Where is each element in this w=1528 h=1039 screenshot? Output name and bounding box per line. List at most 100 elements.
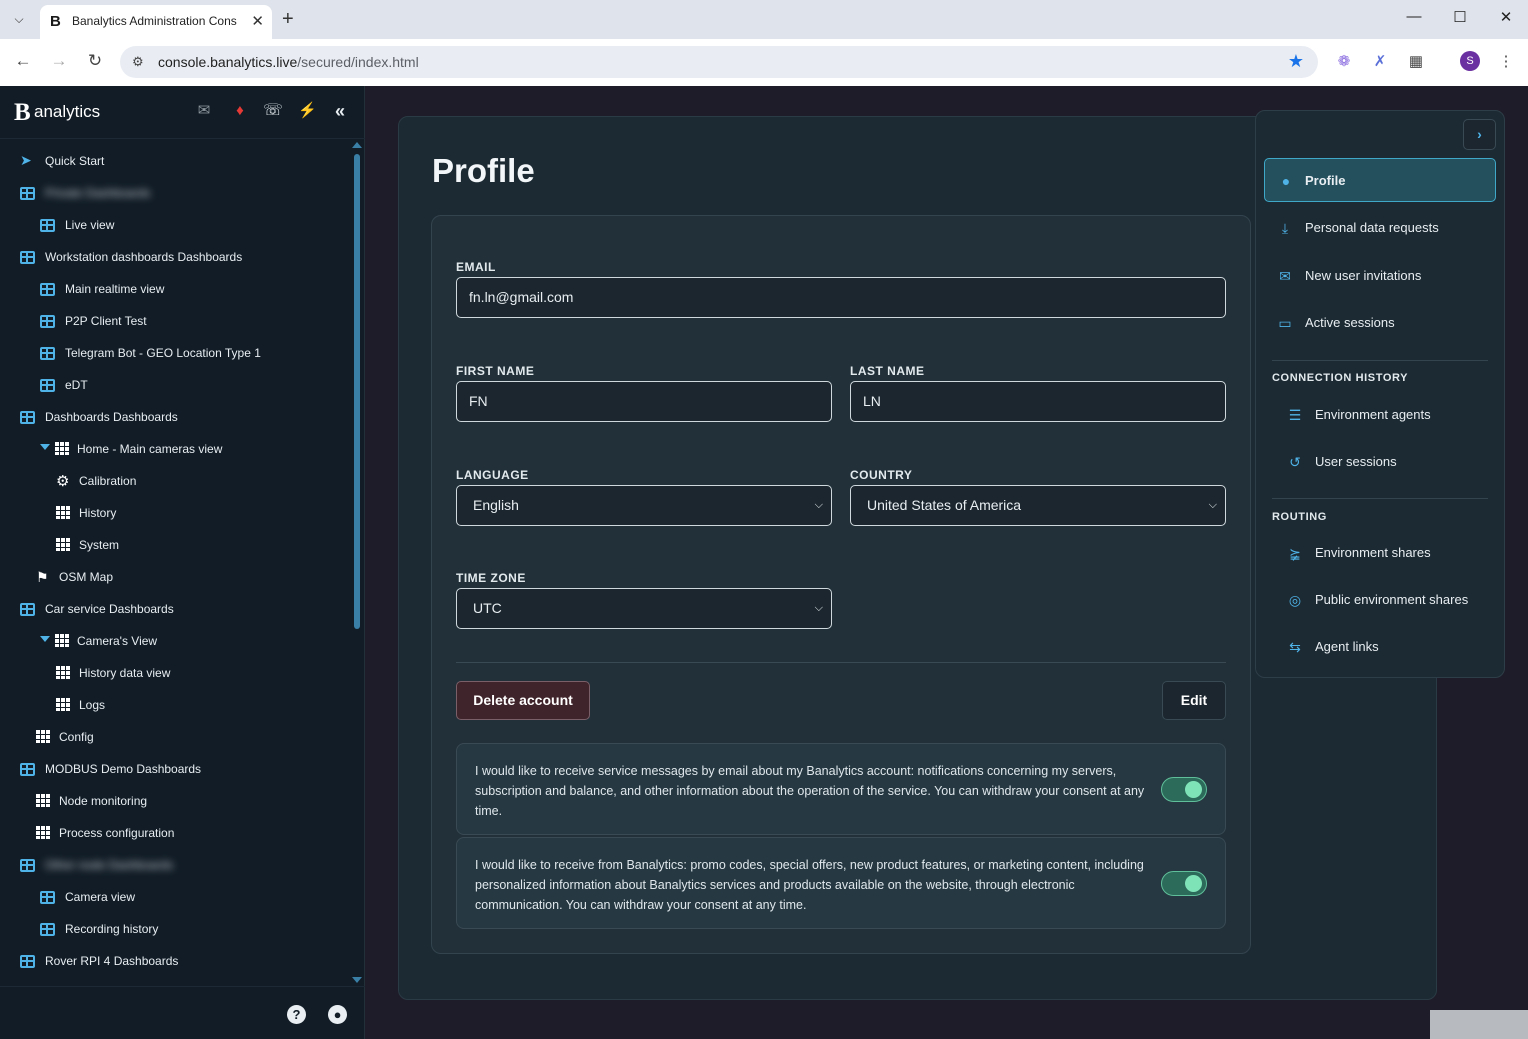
help-icon[interactable]: ? [287,1005,306,1024]
settings-cog-icon: ⚙ [56,473,70,490]
address-bar[interactable]: ⚙ console.banalytics.live/secured/index.… [120,46,1318,78]
sidebar-footer: ? ● [0,986,365,1039]
extension-flower-icon[interactable]: ❁ [1333,52,1355,70]
table-icon [20,763,35,776]
page-title: Profile [432,152,535,189]
edit-button[interactable]: Edit [1162,681,1226,720]
browser-profile-avatar[interactable]: S [1460,51,1480,71]
mail-icon[interactable]: ✉ [195,102,213,120]
maximize-icon[interactable]: ☐ [1448,8,1472,26]
table-icon [20,603,35,616]
site-settings-icon[interactable]: ⚙ [132,54,144,70]
menu-item-profile[interactable]: ● Profile [1264,158,1496,202]
menu-item-personal-data-requests[interactable]: ⤓ Personal data requests [1277,206,1487,250]
dashboard-tree: ➤ Quick Start Private Dashboards Live vi… [20,152,261,968]
new-tab-plus-icon[interactable]: + [282,8,294,30]
sidebar-divider [0,138,365,139]
service-consent-card: I would like to receive service messages… [456,743,1226,835]
marketing-consent-text: I would like to receive from Banalytics:… [475,858,1144,912]
timezone-label: TIME ZONE [456,571,526,585]
tiles-icon [36,730,51,743]
menu-item-agent-links[interactable]: ⇆ Agent links [1287,625,1487,669]
rocket-icon: ➤ [20,152,32,168]
envelope-icon: ✉ [1279,268,1291,284]
timezone-select[interactable]: UTC ⌵ [456,588,832,629]
expand-caret-icon[interactable] [40,636,50,642]
minimize-icon[interactable]: — [1402,8,1426,25]
history-icon: ↺ [1289,454,1301,470]
email-field[interactable]: fn.ln@gmail.com [456,277,1226,318]
phone-hangup-icon[interactable]: ☏ [263,102,283,120]
back-arrow-icon[interactable]: ← [12,51,34,71]
plug-icon[interactable]: ⚡ [298,102,317,120]
menu-item-user-sessions[interactable]: ↺ User sessions [1287,440,1487,484]
download-icon: ⤓ [1281,220,1289,236]
tiles-icon [55,634,70,647]
service-consent-toggle[interactable] [1161,777,1207,802]
menu-item-environment-agents[interactable]: ☰ Environment agents [1287,393,1487,437]
marketing-consent-toggle[interactable] [1161,871,1207,896]
marketing-consent-card: I would like to receive from Banalytics:… [456,837,1226,929]
share-icon: ⪶ [1289,545,1301,561]
expand-caret-icon[interactable] [40,444,50,450]
monitor-icon: ▭ [1278,315,1292,331]
table-icon [40,347,55,360]
delete-account-button[interactable]: Delete account [456,681,590,720]
routing-heading: ROUTING [1272,511,1327,523]
scroll-down-arrow-icon[interactable] [352,977,362,983]
browser-tab-bar: ⌵ B Banalytics Administration Cons ✕ + —… [0,0,1528,39]
country-label: COUNTRY [850,468,913,482]
language-label: LANGUAGE [456,468,529,482]
toggle-knob [1185,875,1202,892]
language-select[interactable]: English ⌵ [456,485,832,526]
exchange-icon: ⇆ [1289,639,1301,655]
first-name-label: FIRST NAME [456,364,535,378]
tiles-icon [55,442,70,455]
form-divider [456,662,1226,663]
collapse-menu-chevron-icon[interactable]: › [1463,119,1496,150]
last-name-label: LAST NAME [850,364,925,378]
first-name-field[interactable]: FN [456,381,832,422]
browser-menu-icon[interactable]: ⋮ [1495,52,1517,70]
connection-history-heading: CONNECTION HISTORY [1272,372,1409,384]
menu-divider [1272,360,1488,361]
app-sidebar: B analytics ✉ ♦ ☏ ⚡ « ➤ Quick Start Priv… [0,86,365,1039]
service-consent-text: I would like to receive service messages… [475,764,1145,818]
table-icon [20,187,35,200]
sidebar-scroll-thumb[interactable] [354,154,360,629]
tab-close-icon[interactable]: ✕ [251,12,264,30]
country-select[interactable]: United States of America ⌵ [850,485,1226,526]
extensions-puzzle-icon[interactable]: ▦ [1405,52,1427,70]
bell-icon[interactable]: ♦ [231,102,249,120]
menu-item-active-sessions[interactable]: ▭ Active sessions [1277,301,1487,345]
brand-logo[interactable]: B analytics [14,99,100,126]
tiles-icon [56,538,71,551]
table-icon [40,379,55,392]
map-pin-icon: ⚑ [36,569,49,585]
table-icon [20,955,35,968]
menu-item-new-user-invitations[interactable]: ✉ New user invitations [1277,254,1487,298]
browser-tab[interactable]: B Banalytics Administration Cons ✕ [40,5,272,39]
window-close-icon[interactable]: ✕ [1494,8,1518,26]
tiles-icon [36,794,51,807]
table-icon [40,283,55,296]
chevron-down-icon: ⌵ [1208,499,1217,511]
favicon-icon: B [50,13,61,30]
corner-overlay [1430,1010,1528,1039]
chevron-down-icon: ⌵ [814,499,823,511]
reload-icon[interactable]: ↻ [84,51,106,71]
user-circle-icon: ● [1281,173,1291,189]
menu-item-public-environment-shares[interactable]: ◎ Public environment shares [1287,578,1487,622]
scroll-up-arrow-icon[interactable] [352,142,362,148]
forward-arrow-icon[interactable]: → [48,51,70,71]
menu-item-environment-shares[interactable]: ⪶ Environment shares [1287,531,1487,575]
table-icon [40,315,55,328]
collapse-sidebar-icon[interactable]: « [331,102,349,120]
bookmark-star-icon[interactable]: ★ [1288,51,1304,72]
extension-x-icon[interactable]: ✗ [1369,52,1391,70]
user-account-icon[interactable]: ● [328,1005,347,1024]
tab-list-chevron-icon[interactable]: ⌵ [8,8,30,30]
tab-title: Banalytics Administration Cons [72,14,237,28]
last-name-field[interactable]: LN [850,381,1226,422]
table-icon [40,219,55,232]
